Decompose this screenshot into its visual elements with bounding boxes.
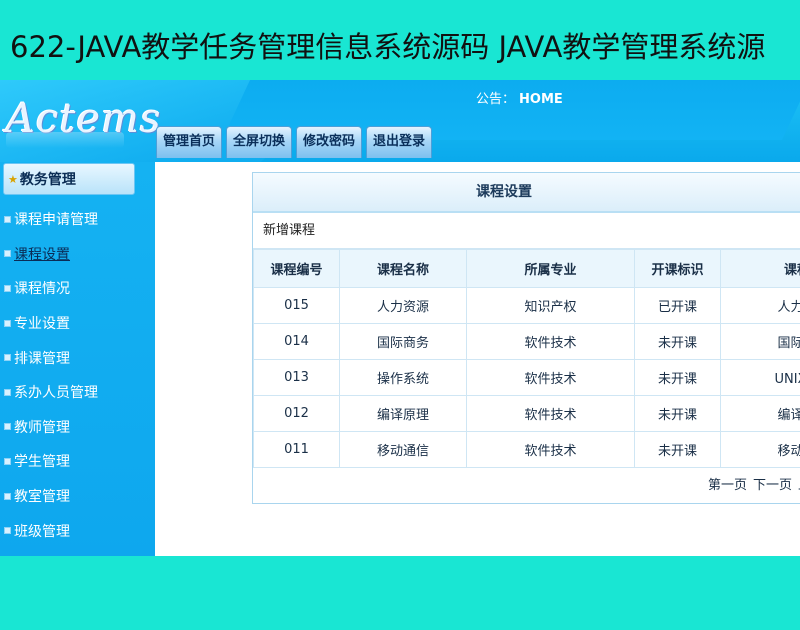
- next-page-link[interactable]: 下一页: [753, 478, 792, 493]
- cell-course-id: 015: [253, 287, 340, 324]
- bullet-icon: [4, 492, 11, 500]
- cell-course-extra: 国际商: [720, 323, 800, 360]
- sidebar-item-course-settings[interactable]: 课程设置: [4, 237, 98, 272]
- column-header: 开课标识: [634, 249, 721, 288]
- nav-logout-button[interactable]: 退出登录: [366, 126, 433, 158]
- sidebar-heading[interactable]: ★ 教务管理: [3, 163, 135, 195]
- cell-course-id: 012: [253, 395, 340, 432]
- course-settings-panel: 课程设置 新增课程 课程编号 课程名称 所属专业 开课标识 课程: [252, 172, 800, 504]
- column-header: 课程编号: [253, 249, 340, 288]
- sidebar-item-course-status[interactable]: 课程情况: [4, 271, 98, 306]
- header: Actems 公告： HOME 管理首页 全屏切换 修改密码 退出登录: [0, 80, 800, 162]
- cell-course-name: 操作系统: [339, 359, 467, 396]
- bullet-icon: [4, 527, 11, 535]
- panel-title: 课程设置: [253, 173, 800, 213]
- nav-home-button[interactable]: 管理首页: [156, 126, 223, 158]
- bullet-icon: [4, 457, 11, 465]
- cell-course-name: 编译原理: [339, 395, 467, 432]
- table-row[interactable]: 015 人力资源 知识产权 已开课 人力资: [253, 287, 800, 324]
- first-page-link[interactable]: 第一页: [708, 478, 747, 493]
- sidebar: ★ 教务管理 课程申请管理 课程设置 课程情况 专业设置 排课管理 系办人员管理…: [0, 162, 155, 556]
- bullet-icon: [4, 319, 11, 327]
- sidebar-item-classrooms[interactable]: 教室管理: [4, 479, 98, 514]
- cell-course-name: 移动通信: [339, 431, 467, 468]
- sidebar-item-dept-staff[interactable]: 系办人员管理: [4, 375, 98, 410]
- cell-course-name: 人力资源: [339, 287, 467, 324]
- column-header: 所属专业: [466, 249, 635, 288]
- bullet-icon: [4, 423, 11, 431]
- nav-fullscreen-button[interactable]: 全屏切换: [226, 126, 293, 158]
- page-banner-title: 622-JAVA教学任务管理信息系统源码 JAVA教学管理系统源: [10, 30, 766, 64]
- sidebar-item-label: 教室管理: [14, 489, 70, 506]
- column-header: 课程: [720, 249, 800, 288]
- sidebar-item-label: 专业设置: [14, 316, 70, 333]
- cell-major: 软件技术: [466, 359, 635, 396]
- cell-major: 软件技术: [466, 323, 635, 360]
- cell-course-id: 011: [253, 431, 340, 468]
- sidebar-item-label: 课程申请管理: [14, 212, 98, 229]
- notice-bar: 公告： HOME: [476, 88, 563, 107]
- cell-course-extra: UNIX操: [720, 359, 800, 396]
- cell-open-status: 未开课: [634, 359, 721, 396]
- sidebar-item-label: 教师管理: [14, 419, 70, 436]
- add-course-link[interactable]: 新增课程: [253, 213, 800, 249]
- cell-course-extra: 编译原: [720, 395, 800, 432]
- sidebar-item-label: 班级管理: [14, 523, 70, 540]
- app-window: Actems 公告： HOME 管理首页 全屏切换 修改密码 退出登录 ★ 教务管…: [0, 80, 800, 556]
- sidebar-item-label: 课程设置: [14, 246, 70, 263]
- cell-course-extra: 人力资: [720, 287, 800, 324]
- cell-open-status: 未开课: [634, 395, 721, 432]
- column-header: 课程名称: [339, 249, 467, 288]
- sidebar-item-label: 课程情况: [14, 281, 70, 298]
- cell-major: 软件技术: [466, 395, 635, 432]
- notice-home-link[interactable]: HOME: [519, 92, 563, 107]
- table-row[interactable]: 012 编译原理 软件技术 未开课 编译原: [253, 395, 800, 432]
- table-row[interactable]: 011 移动通信 软件技术 未开课 移动通: [253, 431, 800, 468]
- top-nav: 管理首页 全屏切换 修改密码 退出登录: [156, 126, 433, 158]
- sidebar-item-classes[interactable]: 班级管理: [4, 513, 98, 548]
- table-row[interactable]: 013 操作系统 软件技术 未开课 UNIX操: [253, 359, 800, 396]
- sidebar-item-scheduling[interactable]: 排课管理: [4, 340, 98, 375]
- cell-course-id: 013: [253, 359, 340, 396]
- bullet-icon: [4, 354, 11, 362]
- sidebar-item-teachers[interactable]: 教师管理: [4, 410, 98, 445]
- notice-label: 公告：: [476, 92, 516, 107]
- sidebar-item-students[interactable]: 学生管理: [4, 444, 98, 479]
- cell-open-status: 未开课: [634, 323, 721, 360]
- cell-open-status: 已开课: [634, 287, 721, 324]
- table-header-row: 课程编号 课程名称 所属专业 开课标识 课程: [253, 249, 800, 288]
- cell-major: 知识产权: [466, 287, 635, 324]
- cell-open-status: 未开课: [634, 431, 721, 468]
- cell-course-extra: 移动通: [720, 431, 800, 468]
- bullet-icon: [4, 284, 11, 292]
- main-content: 课程设置 新增课程 课程编号 课程名称 所属专业 开课标识 课程: [155, 162, 800, 556]
- bullet-icon: [4, 250, 11, 258]
- page-banner: 622-JAVA教学任务管理信息系统源码 JAVA教学管理系统源: [0, 0, 800, 80]
- sidebar-item-label: 排课管理: [14, 350, 70, 367]
- cell-course-name: 国际商务: [339, 323, 467, 360]
- table-row[interactable]: 014 国际商务 软件技术 未开课 国际商: [253, 323, 800, 360]
- bullet-icon: [4, 388, 11, 396]
- sidebar-item-label: 系办人员管理: [14, 385, 98, 402]
- cell-course-id: 014: [253, 323, 340, 360]
- sidebar-item-major-settings[interactable]: 专业设置: [4, 306, 98, 341]
- sidebar-heading-label: 教务管理: [19, 172, 76, 188]
- course-table: 课程编号 课程名称 所属专业 开课标识 课程 015 人力资源 知识产权 已开课…: [253, 249, 800, 468]
- pagination: 第一页下一页上: [253, 467, 800, 503]
- sidebar-item-label: 学生管理: [14, 454, 70, 471]
- star-icon: ★: [8, 172, 18, 186]
- sidebar-menu: 课程申请管理 课程设置 课程情况 专业设置 排课管理 系办人员管理 教师管理 学…: [4, 202, 98, 548]
- logo-reflection: [6, 132, 124, 148]
- nav-change-password-button[interactable]: 修改密码: [296, 126, 363, 158]
- bullet-icon: [4, 215, 11, 223]
- sidebar-item-course-application[interactable]: 课程申请管理: [4, 202, 98, 237]
- cell-major: 软件技术: [466, 431, 635, 468]
